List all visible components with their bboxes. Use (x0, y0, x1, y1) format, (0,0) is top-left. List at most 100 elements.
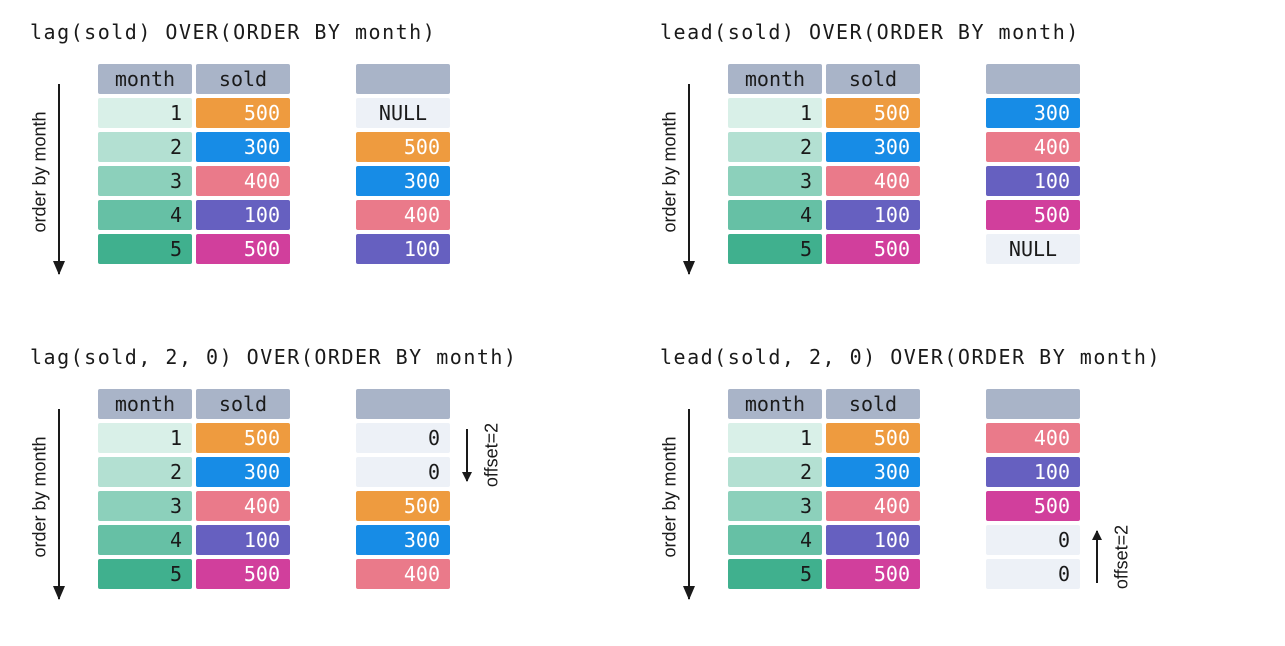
result-header (356, 389, 450, 419)
result-default-cell: 0 (986, 525, 1080, 555)
offset-annotation: offset=2 (1090, 527, 1130, 587)
sold-column: sold500300400100500 (826, 64, 920, 264)
sold-cell: 300 (826, 132, 920, 162)
month-cell: 5 (98, 234, 192, 264)
sold-cell: 100 (196, 200, 290, 230)
sold-cell: 400 (826, 166, 920, 196)
result-cell: 500 (356, 491, 450, 521)
panel-title: lead(sold) OVER(ORDER BY month) (660, 20, 1275, 44)
panel-body: order by month month12345 sold5003004001… (30, 389, 645, 609)
sold-cell: 500 (196, 559, 290, 589)
month-column: month12345 (98, 389, 192, 589)
panel-title: lag(sold, 2, 0) OVER(ORDER BY month) (30, 345, 645, 369)
result-cell: 500 (356, 132, 450, 162)
sold-header: sold (826, 389, 920, 419)
month-cell: 3 (98, 491, 192, 521)
result-cell: 400 (986, 423, 1080, 453)
result-column: 300400100500NULL (986, 64, 1080, 264)
sold-cell: 100 (196, 525, 290, 555)
month-cell: 5 (728, 559, 822, 589)
sold-cell: 500 (196, 423, 290, 453)
result-cell: 500 (986, 491, 1080, 521)
month-cell: 1 (728, 98, 822, 128)
result-default-cell: 0 (356, 457, 450, 487)
arrow-down-icon (688, 409, 690, 599)
sold-header: sold (826, 64, 920, 94)
sold-cell: 300 (196, 132, 290, 162)
result-column: NULL 500 300 400 100 (356, 64, 450, 264)
sold-cell: 300 (826, 457, 920, 487)
order-by-label: order by month (30, 409, 50, 609)
result-default-cell: 0 (986, 559, 1080, 589)
order-by-text: order by month (660, 436, 681, 557)
sold-cell: 100 (826, 525, 920, 555)
month-cell: 5 (728, 234, 822, 264)
month-cell: 2 (728, 457, 822, 487)
result-cell: 300 (356, 166, 450, 196)
month-cell: 5 (98, 559, 192, 589)
month-cell: 1 (98, 423, 192, 453)
month-cell: 4 (728, 200, 822, 230)
month-cell: 3 (728, 491, 822, 521)
month-column: month 1 2 3 4 5 (728, 64, 822, 264)
panel-title: lag(sold) OVER(ORDER BY month) (30, 20, 645, 44)
result-header (986, 389, 1080, 419)
month-header: month (728, 64, 822, 94)
month-cell: 2 (728, 132, 822, 162)
sold-cell: 500 (826, 423, 920, 453)
sold-cell: 500 (826, 234, 920, 264)
sold-column: sold500300400100500 (196, 389, 290, 589)
panel-body: order by month month 1 2 3 4 5 sold 500 300 400 1… (30, 64, 645, 284)
month-cell: 1 (98, 98, 192, 128)
sold-cell: 400 (826, 491, 920, 521)
month-cell: 3 (728, 166, 822, 196)
result-cell: 500 (986, 200, 1080, 230)
month-header: month (98, 64, 192, 94)
sold-header: sold (196, 64, 290, 94)
month-cell: 4 (98, 200, 192, 230)
month-header: month (98, 389, 192, 419)
month-cell: 2 (98, 457, 192, 487)
result-cell: 400 (356, 559, 450, 589)
arrow-down-icon (58, 409, 60, 599)
result-column: 400 100 500 0 0 (986, 389, 1080, 589)
result-default-cell: 0 (356, 423, 450, 453)
panel-body: order by month month 1 2 3 4 5 sold 500 300 400 1… (660, 64, 1275, 284)
order-by-text: order by month (660, 111, 681, 232)
month-header: month (728, 389, 822, 419)
panel-lag2: lag(sold, 2, 0) OVER(ORDER BY month) ord… (30, 345, 645, 609)
arrow-down-icon (466, 429, 468, 481)
result-cell: 100 (356, 234, 450, 264)
sold-cell: 400 (196, 491, 290, 521)
order-by-label: order by month (660, 409, 680, 609)
month-column: month12345 (728, 389, 822, 589)
order-by-text: order by month (30, 111, 51, 232)
result-cell: 400 (356, 200, 450, 230)
sold-column: sold 500 300 400 100 500 (826, 389, 920, 589)
month-cell: 2 (98, 132, 192, 162)
arrow-down-icon (688, 84, 690, 274)
sold-cell: 400 (196, 166, 290, 196)
month-cell: 4 (728, 525, 822, 555)
result-null-cell: NULL (356, 98, 450, 128)
order-by-label: order by month (660, 84, 680, 284)
sold-cell: 500 (196, 234, 290, 264)
sold-cell: 100 (826, 200, 920, 230)
arrow-up-icon (1096, 531, 1098, 583)
month-column: month 1 2 3 4 5 (98, 64, 192, 264)
sold-cell: 300 (196, 457, 290, 487)
result-cell: 100 (986, 166, 1080, 196)
sold-cell: 500 (826, 559, 920, 589)
order-by-label: order by month (30, 84, 50, 284)
order-by-text: order by month (30, 436, 51, 557)
sold-column: sold500300400100500 (196, 64, 290, 264)
offset-label: offset=2 (482, 423, 503, 487)
panel-lead1: lead(sold) OVER(ORDER BY month) order by… (660, 20, 1275, 284)
month-cell: 3 (98, 166, 192, 196)
panel-lead2: lead(sold, 2, 0) OVER(ORDER BY month) or… (660, 345, 1275, 609)
result-cell: 300 (356, 525, 450, 555)
result-cell: 300 (986, 98, 1080, 128)
result-header (986, 64, 1080, 94)
panel-title: lead(sold, 2, 0) OVER(ORDER BY month) (660, 345, 1275, 369)
result-cell: 100 (986, 457, 1080, 487)
